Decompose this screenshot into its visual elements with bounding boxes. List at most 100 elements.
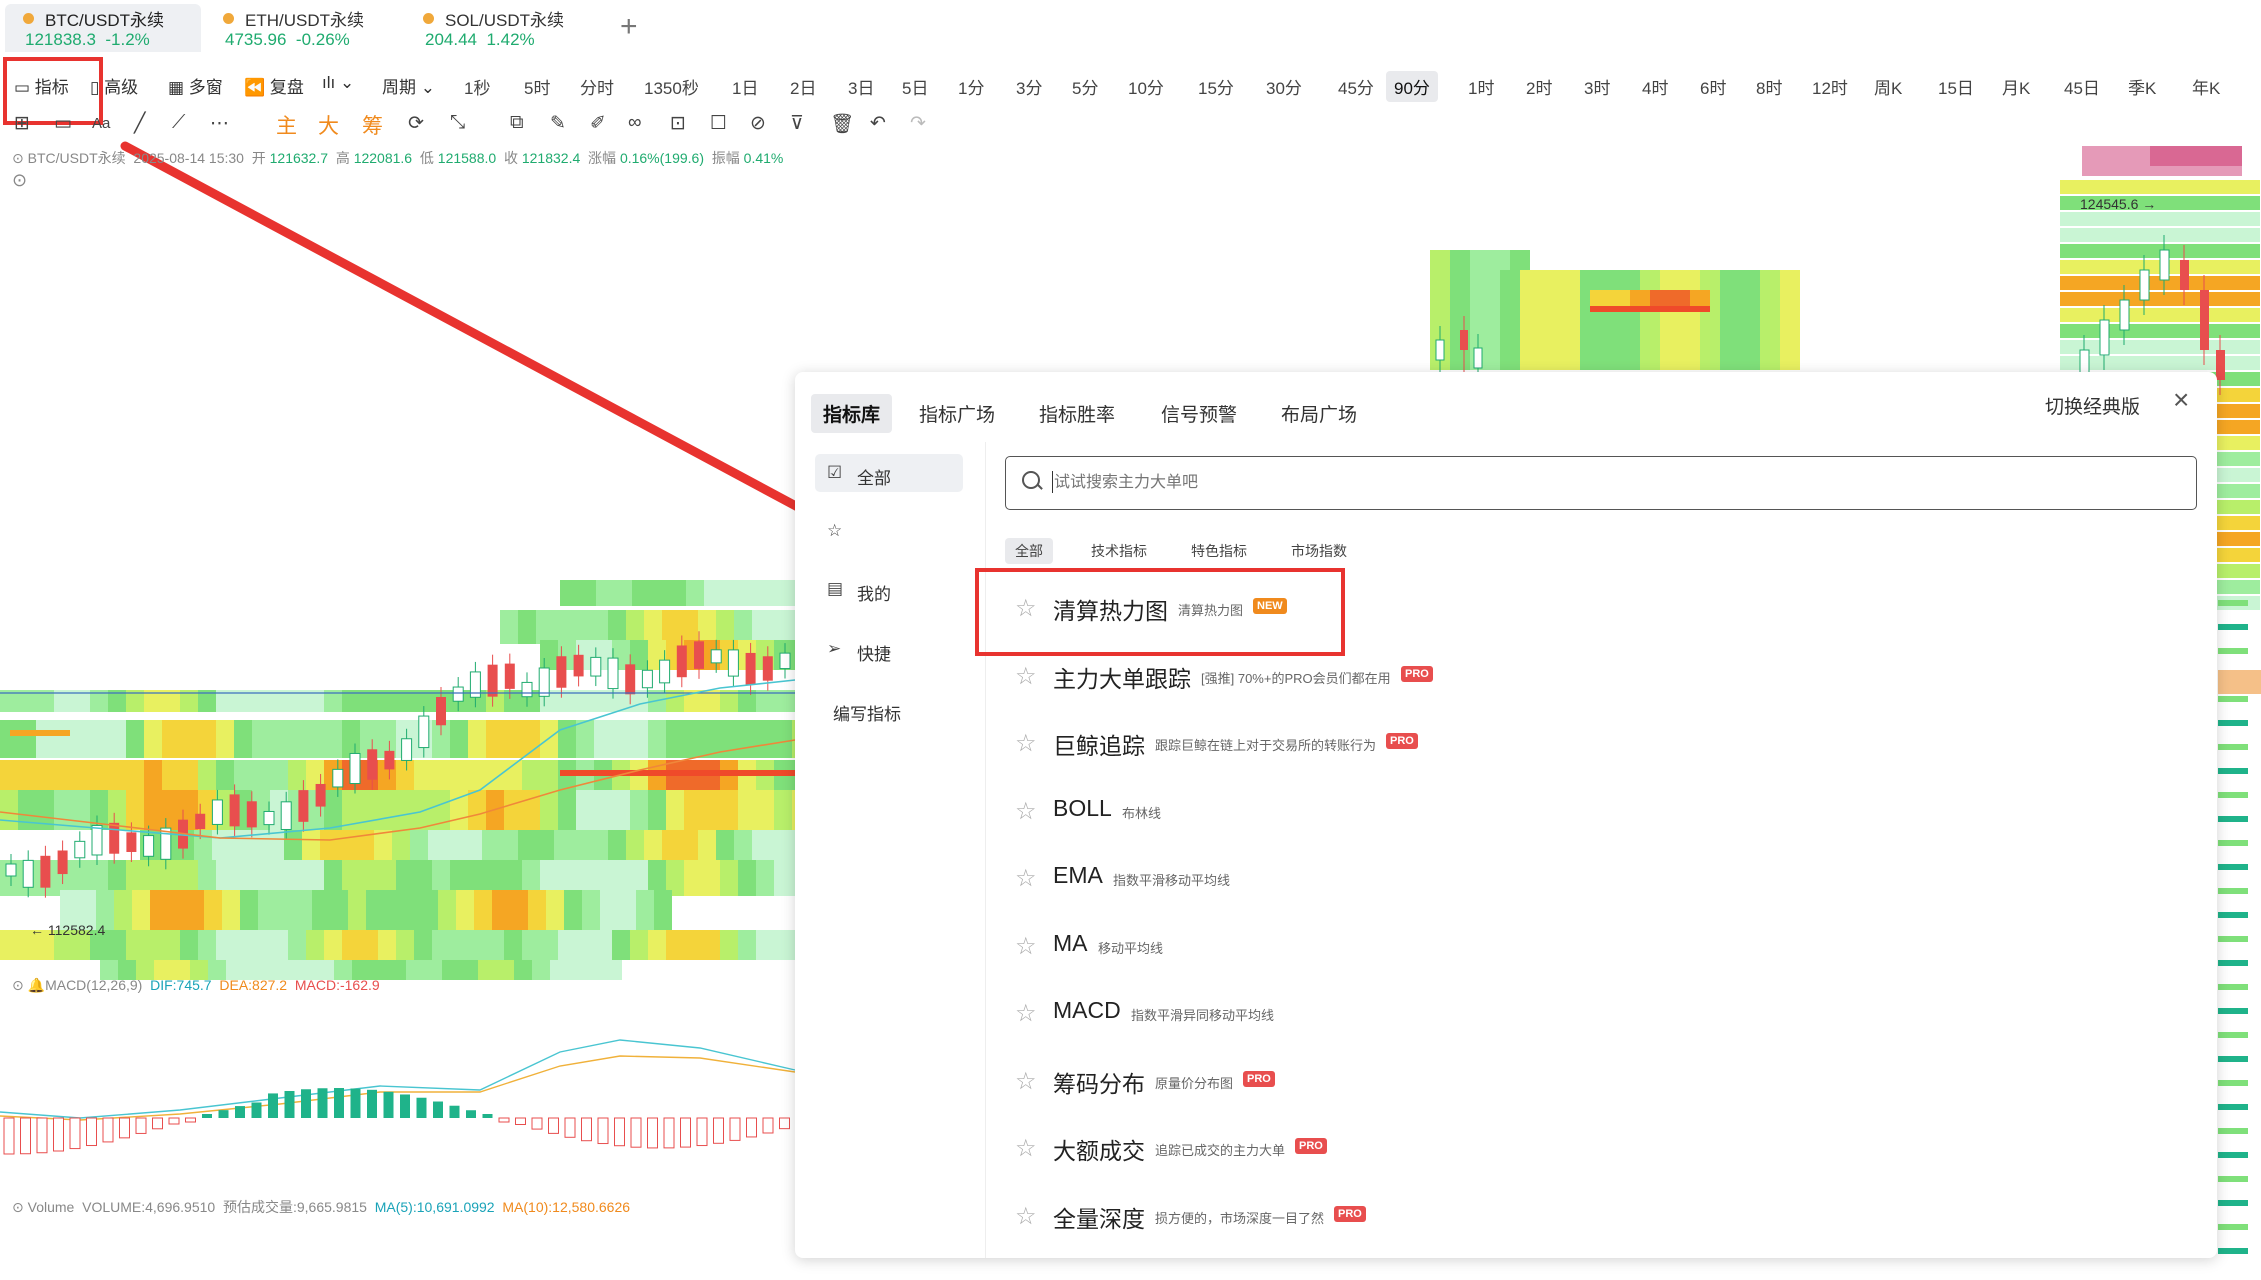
period-16[interactable]: 90分 [1386, 71, 1438, 102]
more-icon[interactable]: ⋯ [210, 112, 229, 135]
period-11[interactable]: 5分 [1064, 71, 1106, 102]
crosshair-icon[interactable]: ⊞ [14, 112, 30, 135]
line-icon[interactable]: ╱ [134, 112, 145, 135]
undo-icon[interactable]: ↶ [870, 112, 886, 135]
period-28[interactable]: 季K [2120, 71, 2164, 102]
period-8[interactable]: 5日 [894, 71, 936, 102]
indicator-row[interactable]: ☆ MACD 指数平滑异同移动平均线 [1005, 983, 2195, 1041]
sidebar-item-all[interactable]: ☑ 全部 [815, 454, 963, 492]
heatmap-cell [1720, 270, 1740, 370]
indicator-row[interactable]: ☆ BOLL 布林线 [1005, 781, 2195, 839]
ray-icon[interactable]: ⟋ [172, 112, 185, 134]
period-9[interactable]: 1分 [950, 71, 992, 102]
period-13[interactable]: 15分 [1190, 71, 1242, 102]
replay-button[interactable]: ⏪ 复盘 [244, 73, 304, 98]
filter-featured[interactable]: 特色指标 [1181, 538, 1257, 564]
star-icon[interactable]: ☆ [1015, 729, 1037, 758]
chip-button[interactable]: 筹 [362, 110, 383, 140]
collapse-icon[interactable]: ⊙ [12, 150, 24, 166]
search-box[interactable] [1005, 456, 2197, 510]
period-7[interactable]: 3日 [840, 71, 882, 102]
period-2[interactable]: 5时 [516, 71, 558, 102]
edit-icon[interactable]: ☐ [710, 112, 727, 135]
indicator-row[interactable]: ☆ MA 移动平均线 [1005, 916, 2195, 974]
sidebar-item-write[interactable]: 编写指标 [815, 690, 963, 728]
filter-market-index[interactable]: 市场指数 [1281, 538, 1357, 564]
period-26[interactable]: 月K [1994, 71, 2038, 102]
star-icon[interactable]: ☆ [1015, 797, 1037, 826]
text-tool-button[interactable]: Aa [92, 115, 110, 132]
redo-icon[interactable]: ↷ [910, 112, 926, 135]
trash-icon[interactable]: 🗑 [830, 112, 854, 136]
sidebar-item-mine[interactable]: ▤ 我的 [815, 570, 963, 608]
filter-icon[interactable]: ⊽ [790, 112, 804, 135]
period-10[interactable]: 3分 [1008, 71, 1050, 102]
period-29[interactable]: 年K [2184, 71, 2228, 102]
star-icon[interactable]: ☆ [1015, 1067, 1037, 1096]
star-icon[interactable]: ☆ [1015, 999, 1037, 1028]
period-22[interactable]: 8时 [1748, 71, 1790, 102]
multi-window-button[interactable]: ▦ 多窗 [168, 73, 223, 98]
ticker-tab-sol[interactable]: SOL/USDT永续 204.44 1.42% [405, 4, 605, 52]
period-18[interactable]: 2时 [1518, 71, 1560, 102]
brush-icon[interactable]: ✐ [590, 112, 606, 135]
period-25[interactable]: 15日 [1930, 71, 1982, 102]
period-5[interactable]: 1日 [724, 71, 766, 102]
period-dropdown[interactable]: 周期 ⌄ [382, 73, 435, 98]
close-icon[interactable]: × [2173, 384, 2189, 416]
measure-icon[interactable]: ⤡ [450, 112, 465, 134]
tab-layout-square[interactable]: 布局广场 [1281, 400, 1357, 427]
expand-icon[interactable]: ⊙ [12, 170, 27, 191]
indicator-row[interactable]: ☆ EMA 指数平滑移动平均线 [1005, 848, 2195, 906]
star-icon[interactable]: ☆ [1015, 932, 1037, 961]
switch-classic-button[interactable]: 切换经典版 [2045, 392, 2140, 419]
period-1[interactable]: 1秒 [456, 71, 498, 102]
pen-icon[interactable]: ✎ [550, 112, 566, 135]
period-20[interactable]: 4时 [1634, 71, 1676, 102]
period-3[interactable]: 分时 [572, 71, 622, 102]
chart-type-button[interactable]: ılı ⌄ [322, 73, 354, 93]
period-23[interactable]: 12时 [1804, 71, 1856, 102]
period-19[interactable]: 3时 [1576, 71, 1618, 102]
period-12[interactable]: 10分 [1120, 71, 1172, 102]
tab-signal-alert[interactable]: 信号预警 [1161, 400, 1237, 427]
large-order-button[interactable]: 大 [318, 110, 339, 140]
sidebar-item-favorites[interactable]: ☆ [815, 512, 963, 550]
star-icon[interactable]: ☆ [1015, 1134, 1037, 1163]
magnet-icon[interactable]: ∞ [628, 112, 642, 134]
indicator-row[interactable]: ☆ 巨鲸追踪 跟踪巨鲸在链上对于交易所的转账行为 PRO [1005, 713, 2195, 771]
main-force-button[interactable]: 主 [276, 110, 297, 140]
period-17[interactable]: 1时 [1460, 71, 1502, 102]
filter-all[interactable]: 全部 [1005, 538, 1053, 564]
search-input[interactable] [1052, 469, 2156, 497]
filter-technical[interactable]: 技术指标 [1081, 538, 1157, 564]
period-14[interactable]: 30分 [1258, 71, 1310, 102]
star-icon[interactable]: ☆ [1015, 662, 1037, 691]
period-4[interactable]: 1350秒 [636, 71, 707, 102]
period-27[interactable]: 45日 [2056, 71, 2108, 102]
erase-icon[interactable]: ⊘ [750, 112, 766, 135]
ticker-tab-btc[interactable]: BTC/USDT永续 121838.3 -1.2% [5, 4, 201, 52]
star-icon[interactable]: ☆ [1015, 1202, 1037, 1231]
collapse-icon[interactable]: ⊙ [12, 977, 24, 993]
tab-indicator-library[interactable]: 指标库 [811, 394, 893, 433]
period-24[interactable]: 周K [1866, 71, 1910, 102]
tab-indicator-square[interactable]: 指标广场 [919, 400, 995, 427]
sidebar-item-shortcut[interactable]: ➢ 快捷 [815, 630, 963, 668]
add-tab-button[interactable]: + [620, 10, 638, 44]
period-21[interactable]: 6时 [1692, 71, 1734, 102]
star-icon[interactable]: ☆ [1015, 864, 1037, 893]
indicator-row[interactable]: ☆ 筹码分布 原量价分布图 PRO [1005, 1051, 2195, 1109]
tab-indicator-winrate[interactable]: 指标胜率 [1039, 400, 1115, 427]
collapse-icon[interactable]: ⊙ [12, 1199, 24, 1215]
copy-icon[interactable]: ⧉ [510, 112, 524, 134]
sync-icon[interactable]: ⟳ [408, 112, 424, 135]
period-6[interactable]: 2日 [782, 71, 824, 102]
ticker-tab-eth[interactable]: ETH/USDT永续 4735.96 -0.26% [205, 4, 395, 52]
period-15[interactable]: 45分 [1330, 71, 1382, 102]
rectangle-icon[interactable]: ▭ [54, 112, 72, 135]
lock-icon[interactable]: ⊡ [670, 112, 686, 135]
heatmap-cell [578, 580, 596, 606]
indicator-row[interactable]: ☆ 全量深度 损方便的，市场深度一目了然 PRO [1005, 1186, 2195, 1244]
indicator-row[interactable]: ☆ 大额成交 追踪已成交的主力大单 PRO [1005, 1118, 2195, 1176]
